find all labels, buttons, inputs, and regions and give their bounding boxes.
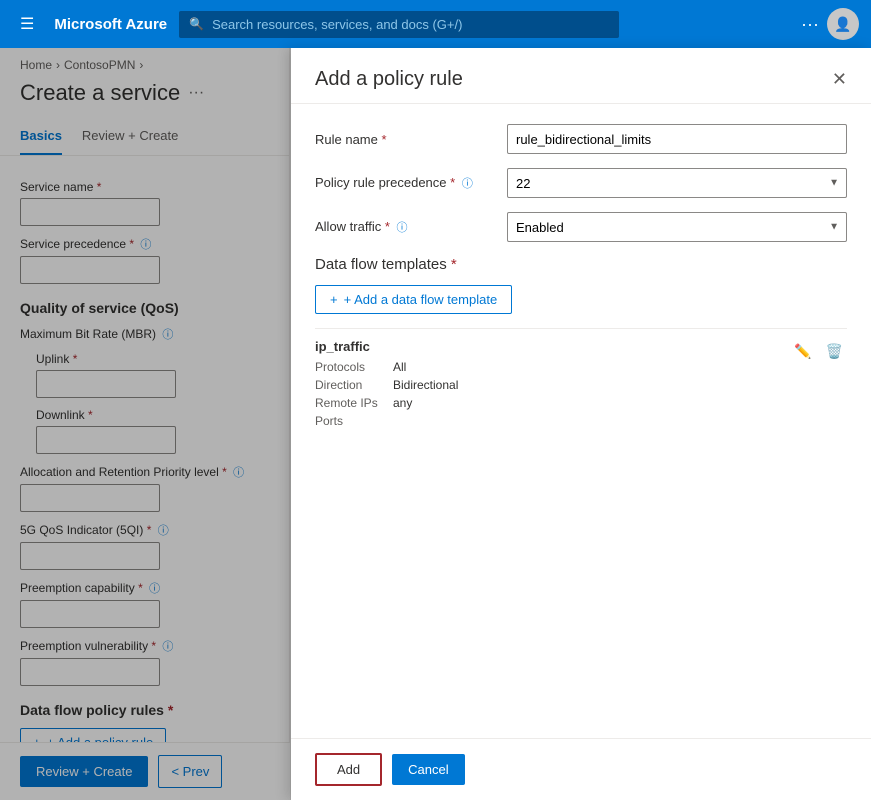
allow-traffic-select-wrapper: Enabled Disabled ▼ <box>507 212 847 242</box>
template-info: ip_traffic Protocols All Direction Bidir… <box>315 339 790 428</box>
app-title: Microsoft Azure <box>54 16 167 33</box>
nav-right: ··· 👤 <box>801 8 859 40</box>
allow-traffic-label: Allow traffic * ⓘ <box>315 219 495 235</box>
rule-name-row: Rule name * <box>315 124 847 154</box>
cancel-button[interactable]: Cancel <box>392 754 464 785</box>
avatar[interactable]: 👤 <box>827 8 859 40</box>
data-flow-templates-section: Data flow templates * + + Add a data flo… <box>315 256 847 438</box>
modal-close-button[interactable]: ✕ <box>832 69 847 90</box>
template-delete-button[interactable]: 🗑️ <box>822 339 847 364</box>
main-layout: Home › ContosoPMN › Create a service ···… <box>0 48 871 800</box>
precedence-info-icon[interactable]: ⓘ <box>462 178 473 190</box>
modal-footer: Add Cancel <box>291 738 871 800</box>
template-name: ip_traffic <box>315 339 790 354</box>
search-bar[interactable]: 🔍 <box>179 11 619 38</box>
template-remote-ips: Remote IPs any <box>315 396 790 410</box>
precedence-select[interactable]: 22 <box>507 168 847 198</box>
modal-body: Rule name * Policy rule precedence * ⓘ 2… <box>291 104 871 738</box>
data-flow-templates-heading: Data flow templates * <box>315 256 847 273</box>
precedence-label: Policy rule precedence * ⓘ <box>315 175 495 191</box>
template-protocols: Protocols All <box>315 360 790 374</box>
modal-header: Add a policy rule ✕ <box>291 48 871 104</box>
modal-title: Add a policy rule <box>315 68 463 91</box>
add-template-plus-icon: + <box>330 292 338 307</box>
template-edit-button[interactable]: ✏️ <box>790 339 815 364</box>
add-button[interactable]: Add <box>315 753 382 786</box>
top-navigation: ☰ Microsoft Azure 🔍 ··· 👤 <box>0 0 871 48</box>
template-ports: Ports <box>315 414 790 428</box>
precedence-row: Policy rule precedence * ⓘ 22 ▼ <box>315 168 847 198</box>
template-direction: Direction Bidirectional <box>315 378 790 392</box>
add-data-flow-template-button[interactable]: + + Add a data flow template <box>315 285 512 314</box>
rule-name-input[interactable] <box>507 124 847 154</box>
precedence-select-wrapper: 22 ▼ <box>507 168 847 198</box>
more-options-icon[interactable]: ··· <box>801 14 819 35</box>
rule-name-label: Rule name * <box>315 132 495 147</box>
allow-traffic-select[interactable]: Enabled Disabled <box>507 212 847 242</box>
search-icon: 🔍 <box>189 17 204 31</box>
allow-traffic-row: Allow traffic * ⓘ Enabled Disabled ▼ <box>315 212 847 242</box>
allow-traffic-info-icon[interactable]: ⓘ <box>397 222 408 234</box>
search-input[interactable] <box>212 17 609 32</box>
hamburger-menu-icon[interactable]: ☰ <box>12 6 42 42</box>
template-item: ip_traffic Protocols All Direction Bidir… <box>315 328 847 438</box>
add-policy-rule-modal: Add a policy rule ✕ Rule name * Policy r… <box>291 48 871 800</box>
template-actions: ✏️ 🗑️ <box>790 339 847 364</box>
